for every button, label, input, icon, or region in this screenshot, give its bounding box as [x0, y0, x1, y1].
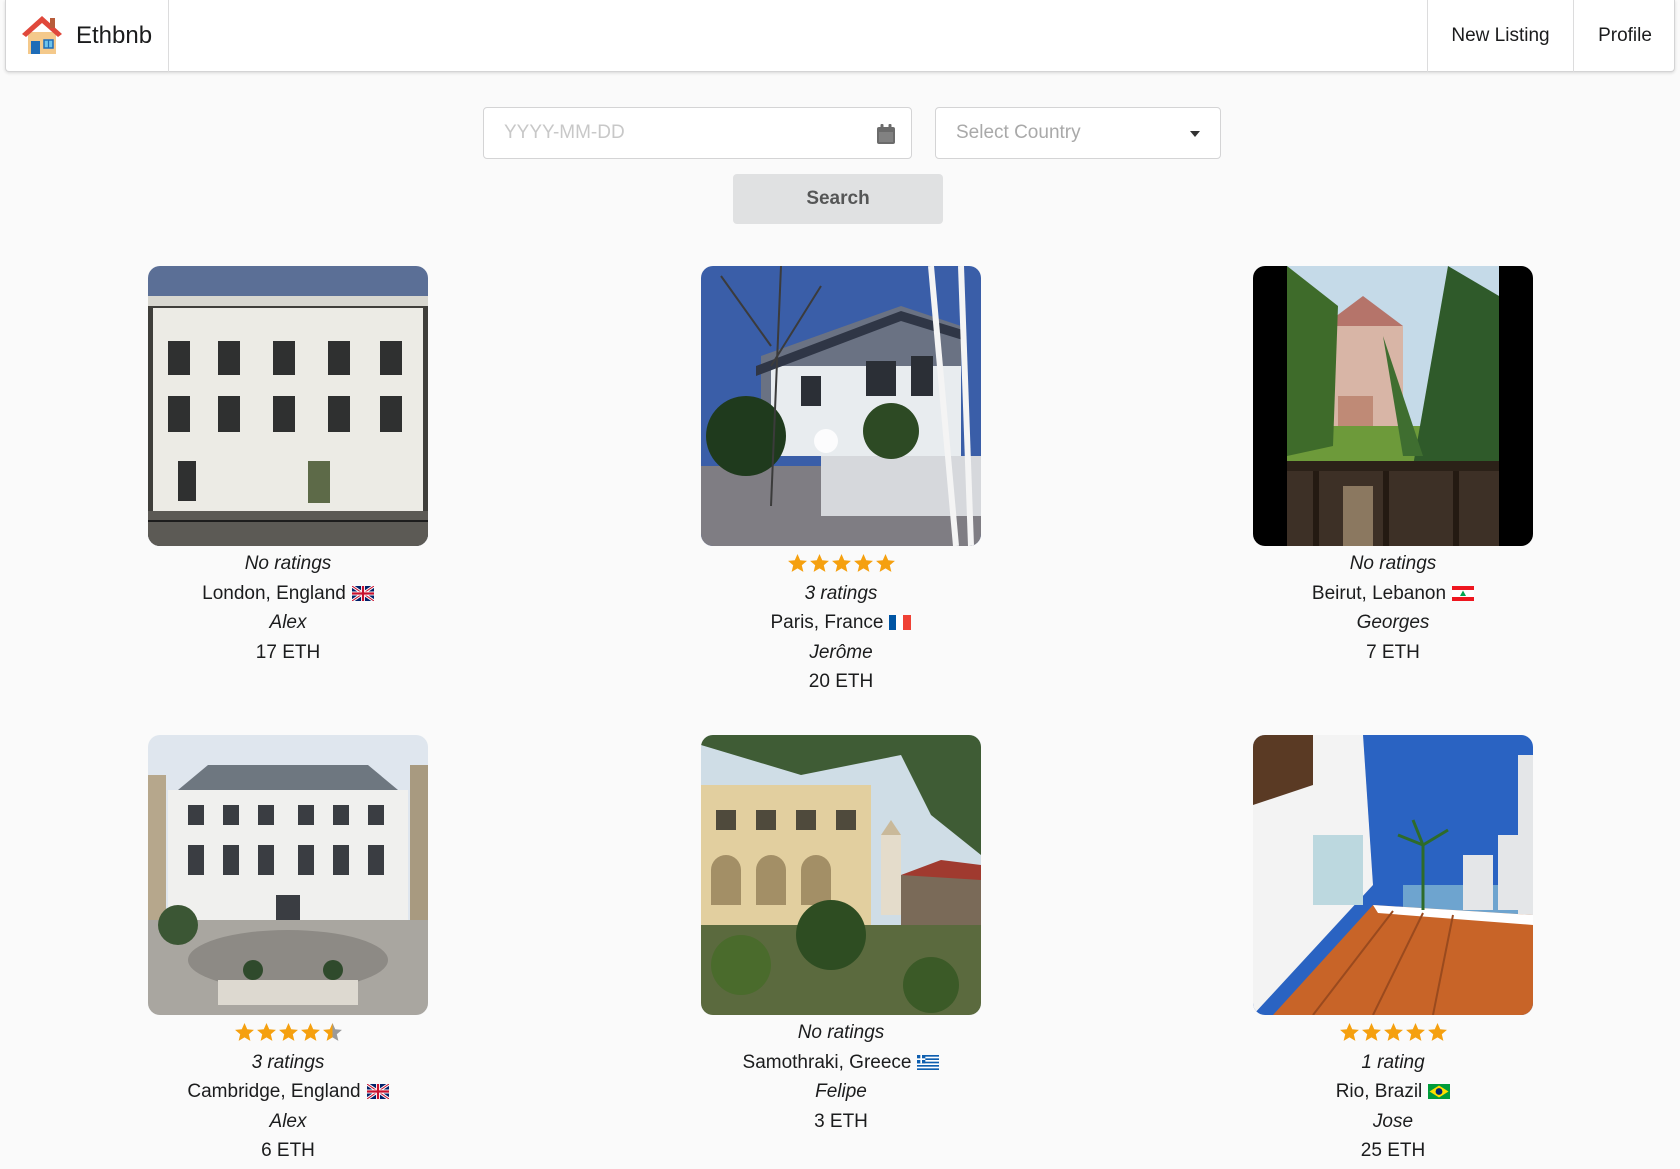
profile-link[interactable]: Profile — [1573, 0, 1676, 72]
listing-location: London, England — [148, 579, 428, 609]
flag-gb-icon — [365, 1079, 390, 1109]
star-icon — [809, 554, 829, 573]
listing-photo-suburban-house[interactable] — [701, 266, 981, 546]
listing-card[interactable]: No ratings Samothraki, Greece Felipe 3 E… — [701, 735, 981, 1136]
calendar-icon — [877, 124, 895, 150]
star-icon — [853, 554, 873, 573]
flag-fr-icon — [889, 610, 912, 640]
listing-price: 20 ETH — [808, 671, 874, 692]
listing-card[interactable]: No ratings London, England Alex 17 ETH — [148, 266, 428, 667]
flag-lb-icon — [1452, 581, 1475, 611]
host-name: Alex — [269, 612, 307, 633]
date-placeholder: YYYY-MM-DD — [504, 122, 625, 143]
listing-photo-townhouse[interactable] — [148, 266, 428, 546]
listing-location: Rio, Brazil — [1253, 1077, 1533, 1107]
ratings-text: 1 rating — [1361, 1051, 1425, 1073]
listing-photo-mansion[interactable] — [148, 735, 428, 1015]
star-icon — [1427, 1023, 1447, 1042]
star-icon — [278, 1023, 298, 1042]
house-icon — [20, 12, 64, 61]
star-icon — [787, 554, 807, 573]
host-name: Alex — [269, 1110, 307, 1132]
top-menu: Ethbnb New Listing Profile — [5, 0, 1675, 72]
listing-card[interactable]: 1 rating Rio, Brazil Jose 25 ETH — [1253, 735, 1533, 1166]
date-input[interactable]: YYYY-MM-DD — [483, 107, 912, 159]
listing-photo-garden-house[interactable] — [1253, 266, 1533, 546]
listing-card[interactable]: 3 ratings Cambridge, England Alex 6 ETH — [148, 735, 428, 1166]
listing-photo-village-house[interactable] — [701, 735, 981, 1015]
flag-gr-icon — [917, 1050, 940, 1080]
ratings-text: 3 ratings — [804, 582, 878, 604]
ratings-text: No ratings — [1349, 553, 1437, 574]
listing-price: 6 ETH — [261, 1140, 315, 1161]
listing-photo-terrace[interactable] — [1253, 735, 1533, 1015]
flag-gb-icon — [350, 581, 375, 611]
country-placeholder: Select Country — [956, 122, 1081, 143]
host-name: Jerôme — [809, 641, 873, 663]
host-name: Felipe — [815, 1081, 867, 1102]
star-rating — [1253, 1018, 1533, 1048]
app-title: Ethbnb — [76, 22, 153, 49]
ratings-text: No ratings — [244, 553, 332, 574]
listing-card[interactable]: No ratings Beirut, Lebanon Georges 7 ETH — [1253, 266, 1533, 667]
listing-card[interactable]: 3 ratings Paris, France Jerôme 20 ETH — [701, 266, 981, 697]
ratings-text: 3 ratings — [251, 1051, 325, 1073]
flag-br-icon — [1428, 1079, 1451, 1109]
star-icon — [1405, 1023, 1425, 1042]
listing-location: Paris, France — [701, 608, 981, 638]
host-name: Jose — [1372, 1110, 1414, 1132]
listing-price: 3 ETH — [814, 1110, 868, 1132]
star-icon — [875, 554, 895, 573]
brand-link[interactable]: Ethbnb — [6, 0, 169, 72]
star-icon — [1383, 1023, 1403, 1042]
country-select[interactable]: Select Country — [935, 107, 1221, 159]
star-icon — [300, 1023, 320, 1042]
star-icon — [234, 1023, 254, 1042]
star-icon — [256, 1023, 276, 1042]
dropdown-caret-icon — [1190, 131, 1200, 137]
star-icon — [831, 554, 851, 573]
listing-location: Beirut, Lebanon — [1253, 579, 1533, 609]
star-icon — [322, 1023, 342, 1042]
new-listing-link[interactable]: New Listing — [1427, 0, 1573, 72]
star-rating — [701, 549, 981, 579]
host-name: Georges — [1356, 612, 1430, 633]
listing-price: 7 ETH — [1366, 641, 1420, 663]
ratings-text: No ratings — [797, 1022, 885, 1043]
listing-location: Cambridge, England — [148, 1077, 428, 1107]
star-icon — [1361, 1023, 1381, 1042]
listing-price: 17 ETH — [255, 641, 321, 663]
listing-location: Samothraki, Greece — [701, 1048, 981, 1078]
listing-price: 25 ETH — [1360, 1140, 1426, 1161]
star-icon — [1339, 1023, 1359, 1042]
search-button[interactable]: Search — [733, 174, 943, 224]
star-rating — [148, 1018, 428, 1048]
